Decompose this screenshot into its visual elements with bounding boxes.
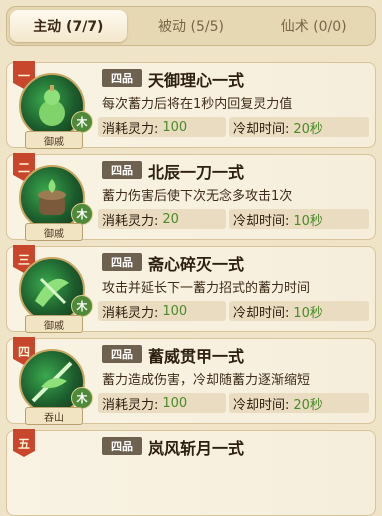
cost-stat: 消耗灵力: 100 (98, 393, 226, 413)
cooldown-stat: 冷却时间: 10秒 (229, 209, 369, 229)
element-badge: 木 (71, 387, 93, 409)
skill-description: 蓄力伤害后使下次无念多攻击1次 (102, 189, 293, 204)
cost-label: 消耗灵力: (102, 305, 159, 321)
skill-card[interactable]: 三 木 御戚 四品 斋心碎灭一式 攻击并延长下一蓄力招式的蓄力时间 消耗灵力: 1… (6, 245, 376, 333)
tab-passive-skills[interactable]: 被动 (5/5) (133, 10, 250, 42)
cost-label: 消耗灵力: (102, 121, 159, 137)
cooldown-label: 冷却时间: (233, 397, 290, 413)
tab-active-skills[interactable]: 主动 (7/7) (10, 10, 127, 42)
cooldown-value: 10秒 (293, 305, 323, 321)
cooldown-label: 冷却时间: (233, 305, 290, 321)
cooldown-stat: 冷却时间: 20秒 (229, 117, 369, 137)
element-badge: 木 (71, 203, 93, 225)
cooldown-stat: 冷却时间: 10秒 (229, 301, 369, 321)
tab-immortal-arts[interactable]: 仙术 (0/0) (255, 10, 372, 42)
skill-name: 北辰一刀一式 (148, 163, 245, 182)
skill-name: 岚风斩月一式 (148, 439, 245, 458)
school-label: 御戚 (25, 223, 83, 241)
cooldown-stat: 冷却时间: 20秒 (229, 393, 369, 413)
skill-card[interactable]: 四 木 吞山 四品 蓄威贯甲一式 蓄力造成伤害，冷却随蓄力逐渐缩短 消耗灵力: 1… (6, 337, 376, 425)
grade-badge: 四品 (102, 253, 142, 271)
cost-stat: 消耗灵力: 20 (98, 209, 226, 229)
skill-description: 蓄力造成伤害，冷却随蓄力逐渐缩短 (102, 373, 311, 388)
cost-value: 100 (162, 119, 188, 135)
skill-card[interactable]: 二 木 御戚 四品 北辰一刀一式 蓄力伤害后使下次无念多攻击1次 消耗灵力: 20… (6, 153, 376, 241)
cost-value: 100 (162, 395, 188, 411)
skill-name: 蓄威贯甲一式 (148, 347, 245, 366)
skill-description: 攻击并延长下一蓄力招式的蓄力时间 (102, 281, 311, 296)
cooldown-label: 冷却时间: (233, 213, 290, 229)
cost-label: 消耗灵力: (102, 397, 159, 413)
grade-badge: 四品 (102, 345, 142, 363)
grade-badge: 四品 (102, 69, 142, 87)
skill-name: 天御理心一式 (148, 71, 245, 90)
cost-value: 20 (162, 211, 179, 227)
cost-stat: 消耗灵力: 100 (98, 117, 226, 137)
school-label: 吞山 (25, 407, 83, 425)
grade-badge: 四品 (102, 161, 142, 179)
element-badge: 木 (71, 295, 93, 317)
rank-ribbon: 五 (13, 429, 35, 457)
grade-badge: 四品 (102, 437, 142, 455)
cost-value: 100 (162, 303, 188, 319)
cooldown-value: 20秒 (293, 121, 323, 137)
cooldown-label: 冷却时间: (233, 121, 290, 137)
cooldown-value: 10秒 (293, 213, 323, 229)
school-label: 御戚 (25, 315, 83, 333)
skill-description: 每次蓄力后将在1秒内回复灵力值 (102, 97, 293, 112)
skill-tab-bar: 主动 (7/7) 被动 (5/5) 仙术 (0/0) (6, 6, 376, 46)
cost-label: 消耗灵力: (102, 213, 159, 229)
skill-card[interactable]: 一 木 御戚 四品 天御理心一式 每次蓄力后将在1秒内回复灵力值 消耗灵力: 10… (6, 61, 376, 149)
school-label: 御戚 (25, 131, 83, 149)
cost-stat: 消耗灵力: 100 (98, 301, 226, 321)
element-badge: 木 (71, 111, 93, 133)
cooldown-value: 20秒 (293, 397, 323, 413)
skill-name: 斋心碎灭一式 (148, 255, 245, 274)
